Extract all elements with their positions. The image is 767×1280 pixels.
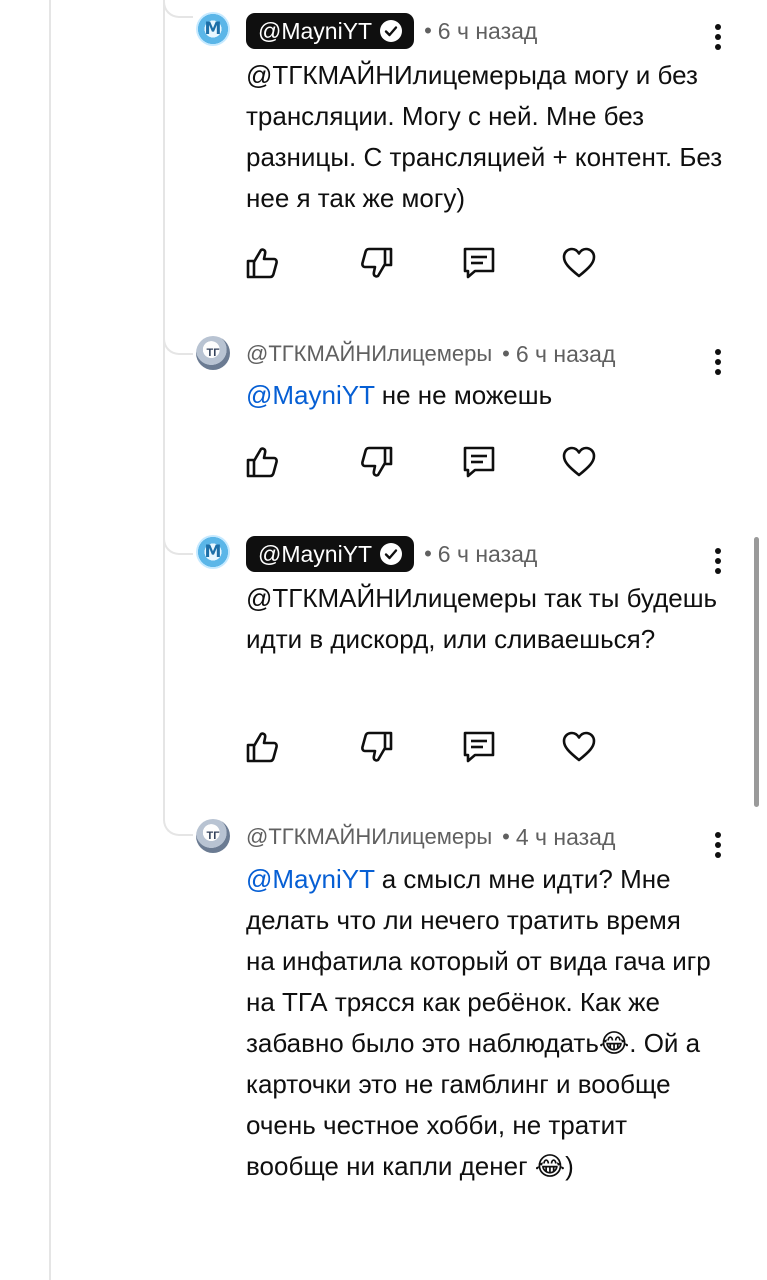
separator: •	[502, 824, 510, 849]
verified-check-icon	[380, 20, 403, 42]
avatar[interactable]: M	[196, 12, 230, 46]
dislike-icon[interactable]	[359, 245, 395, 281]
avatar[interactable]: ТГ	[196, 336, 230, 370]
author-name[interactable]: @ТГКМАЙНИлицемеры	[246, 824, 492, 850]
timestamp[interactable]: 4 ч назад	[516, 824, 616, 851]
comment-text: @ТГКМАЙНИлицемерыда могу и без трансляци…	[246, 55, 726, 219]
dislike-icon[interactable]	[359, 444, 395, 480]
separator: •	[502, 341, 510, 366]
thread-line	[163, 0, 165, 815]
comment-header: @ТГКМАЙНИлицемеры • 6 ч назад	[246, 336, 615, 372]
author-badge[interactable]: @MayniYT	[246, 13, 415, 49]
reply-icon[interactable]	[461, 245, 497, 281]
mention-link[interactable]: @MayniYT	[246, 864, 375, 894]
dislike-icon[interactable]	[359, 729, 395, 765]
scrollbar[interactable]	[754, 537, 759, 807]
like-icon[interactable]	[244, 729, 280, 765]
comment-text: @MayniYT а смысл мне идти? Мне делать чт…	[246, 859, 716, 1187]
timestamp[interactable]: 6 ч назад	[438, 541, 538, 568]
author-name[interactable]: @MayniYT	[258, 541, 372, 568]
reply-icon[interactable]	[461, 729, 497, 765]
more-vert-icon[interactable]	[706, 546, 730, 576]
author-name[interactable]: @MayniYT	[258, 18, 372, 45]
comment-text: @ТГКМАЙНИлицемеры так ты будешь идти в д…	[246, 578, 726, 660]
timestamp[interactable]: 6 ч назад	[516, 341, 616, 368]
comment-header: @MayniYT • 6 ч назад	[246, 536, 537, 572]
comment-text-content: а смысл мне идти? Мне делать что ли нече…	[246, 864, 711, 1181]
more-vert-icon[interactable]	[706, 347, 730, 377]
mention-link[interactable]: @MayniYT	[246, 380, 375, 410]
more-vert-icon[interactable]	[706, 22, 730, 52]
separator: •	[424, 541, 432, 566]
heart-icon[interactable]	[561, 729, 597, 765]
heart-icon[interactable]	[561, 444, 597, 480]
thread-outer-line	[49, 0, 51, 1280]
reply-connector	[163, 814, 193, 836]
verified-check-icon	[380, 543, 403, 565]
comment-text-content: @ТГКМАЙНИлицемеры так ты будешь идти в д…	[246, 583, 718, 654]
comment-text-content: не не можешь	[374, 380, 553, 410]
timestamp[interactable]: 6 ч назад	[438, 18, 538, 45]
avatar[interactable]: ТГ	[196, 819, 230, 853]
comment-text: @MayniYT не не можешь	[246, 375, 726, 416]
like-icon[interactable]	[244, 245, 280, 281]
author-name[interactable]: @ТГКМАЙНИлицемеры	[246, 341, 492, 367]
separator: •	[424, 18, 432, 43]
reply-connector	[163, 333, 193, 355]
reply-connector	[163, 533, 193, 555]
comment-header: @ТГКМАЙНИлицемеры • 4 ч назад	[246, 819, 615, 855]
more-vert-icon[interactable]	[706, 830, 730, 860]
reply-connector	[163, 0, 193, 18]
comment-text-content: @ТГКМАЙНИлицемерыда могу и без трансляци…	[246, 60, 723, 213]
author-badge[interactable]: @MayniYT	[246, 536, 415, 572]
avatar[interactable]: M	[196, 535, 230, 569]
comment-header: @MayniYT • 6 ч назад	[246, 13, 537, 49]
like-icon[interactable]	[244, 444, 280, 480]
heart-icon[interactable]	[561, 245, 597, 281]
reply-icon[interactable]	[461, 444, 497, 480]
